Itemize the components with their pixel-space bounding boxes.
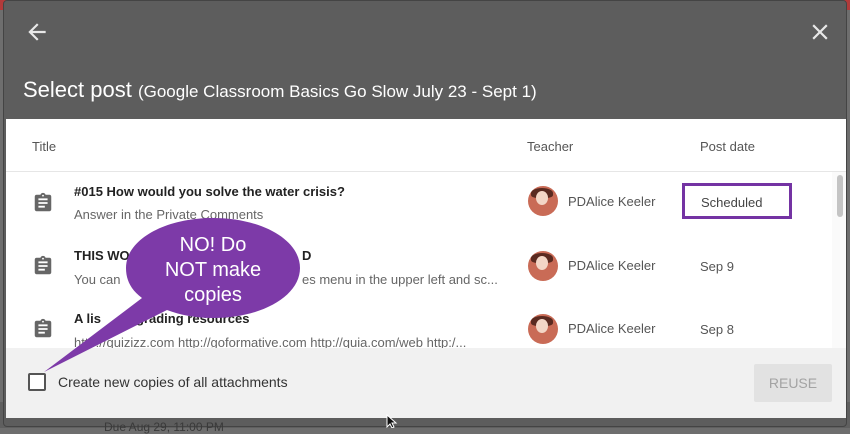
- post-title-tail: D: [302, 248, 312, 263]
- dialog-footer: Create new copies of all attachments REU…: [6, 348, 846, 418]
- column-header-post-date[interactable]: Post date: [700, 139, 755, 154]
- post-title: A lis: [74, 311, 101, 326]
- copy-attachments-label[interactable]: Create new copies of all attachments: [58, 374, 288, 390]
- dialog-title-text: Select post: [23, 77, 132, 102]
- assignment-icon: [34, 192, 52, 212]
- post-date-scheduled: Scheduled: [701, 195, 763, 210]
- reuse-post-dialog: Select post (Google Classroom Basics Go …: [3, 0, 847, 427]
- dialog-title: Select post (Google Classroom Basics Go …: [23, 77, 537, 103]
- course-name: (Google Classroom Basics Go Slow July 23…: [137, 82, 537, 101]
- post-title: #015 How would you solve the water crisi…: [74, 184, 345, 199]
- mouse-pointer-icon: [386, 414, 398, 428]
- post-snippet-tail: es menu in the upper left and sc...: [302, 272, 498, 287]
- post-date: Sep 8: [700, 322, 734, 337]
- post-snippet: Answer in the Private Comments: [74, 207, 264, 222]
- teacher-avatar: [528, 186, 558, 216]
- teacher-name: PDAlice Keeler: [568, 321, 656, 336]
- post-list: Title Teacher Post date #015 How would y…: [6, 119, 846, 348]
- scrollbar-thumb[interactable]: [837, 175, 843, 217]
- teacher-avatar: [528, 314, 558, 344]
- post-snippet: http://quizizz.com http://goformative.co…: [74, 335, 467, 348]
- column-header-teacher[interactable]: Teacher: [527, 139, 573, 154]
- assignment-icon: [34, 318, 52, 338]
- background-due-date: Due Aug 29, 11:00 PM: [104, 420, 224, 434]
- column-header-title[interactable]: Title: [32, 139, 56, 154]
- post-snippet: You can: [74, 272, 121, 287]
- post-row[interactable]: A lis grading resources http://quizizz.c…: [6, 298, 832, 348]
- teacher-name: PDAlice Keeler: [568, 258, 656, 273]
- post-row[interactable]: THIS WO D You can es menu in the upper l…: [6, 235, 832, 298]
- reuse-button[interactable]: REUSE: [754, 364, 832, 402]
- scheduled-highlight: Scheduled: [682, 183, 792, 219]
- post-date: Sep 9: [700, 259, 734, 274]
- dialog-header: Select post (Google Classroom Basics Go …: [4, 1, 846, 119]
- back-arrow-icon[interactable]: [24, 19, 50, 45]
- teacher-name: PDAlice Keeler: [568, 194, 656, 209]
- teacher-avatar: [528, 251, 558, 281]
- post-title-tail: grading resources: [136, 311, 250, 326]
- post-title: THIS WO: [74, 248, 130, 263]
- copy-attachments-checkbox[interactable]: [28, 373, 46, 391]
- assignment-icon: [34, 255, 52, 275]
- close-icon[interactable]: [807, 19, 833, 45]
